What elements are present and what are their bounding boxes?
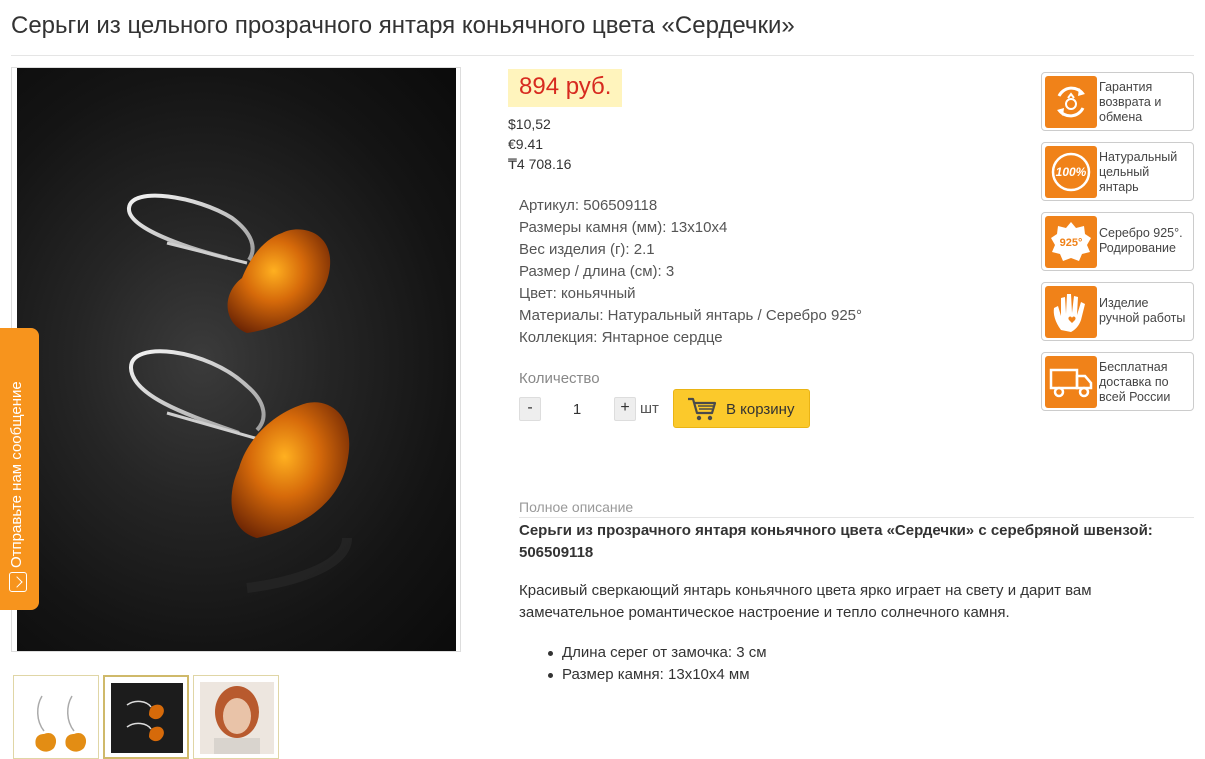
description-bullets: Длина серег от замочка: 3 см Размер камн… <box>548 642 767 686</box>
description-heading-line: Серьги из прозрачного янтаря коньячного … <box>519 522 1153 539</box>
property-value: 506509118 <box>583 197 658 214</box>
feature-text-line: Родирование <box>1099 241 1176 255</box>
feature-handmade[interactable]: Изделие ручной работы <box>1041 282 1194 341</box>
thumbnail-earrings-dark[interactable] <box>103 675 189 759</box>
description-text-line: замечательное романтическое настроение и… <box>519 604 1010 621</box>
feature-text-line: Натуральный <box>1099 150 1178 164</box>
feature-free-delivery[interactable]: Бесплатная доставка по всей России <box>1041 352 1194 411</box>
silver-925-badge-icon: 925° <box>1045 216 1097 268</box>
property-label: Размер / длина (см): <box>519 263 662 280</box>
property-label: Цвет: <box>519 285 557 302</box>
property-row: Материалы: Натуральный янтарь / Серебро … <box>519 305 862 327</box>
description-text-line: Красивый сверкающий янтарь коньячного цв… <box>519 582 1092 599</box>
list-item: Длина серег от замочка: 3 см <box>548 642 767 664</box>
quantity-increase-button[interactable]: + <box>614 397 636 421</box>
feature-natural-amber[interactable]: 100% Натуральный цельный янтарь <box>1041 142 1194 201</box>
quantity-unit: шт <box>640 400 659 417</box>
feature-text-line: доставка по <box>1099 375 1169 389</box>
property-row: Размер / длина (см): 3 <box>519 261 862 283</box>
feature-return-guarantee[interactable]: Гарантия возврата и обмена <box>1041 72 1194 131</box>
price: 894 руб. <box>508 69 623 107</box>
thumbnail-strip <box>13 675 279 759</box>
property-row: Коллекция: Янтарное сердце <box>519 327 862 349</box>
property-label: Коллекция: <box>519 329 598 346</box>
natural-100-badge-icon: 100% <box>1045 146 1097 198</box>
property-label: Материалы: <box>519 307 604 324</box>
feedback-side-tab[interactable]: Отправьте нам сообщение <box>0 328 39 610</box>
property-row: Вес изделия (г): 2.1 <box>519 239 862 261</box>
add-to-cart-button[interactable]: В корзину <box>673 389 810 428</box>
quantity-label: Количество <box>519 370 600 387</box>
badge-text: 925° <box>1060 237 1083 249</box>
cart-icon <box>688 397 717 421</box>
price-eur: €9.41 <box>508 136 544 152</box>
feature-text: Гарантия возврата и обмена <box>1099 80 1194 125</box>
title-divider <box>11 55 1194 56</box>
thumbnail-model-photo[interactable] <box>193 675 279 759</box>
quantity-input[interactable] <box>545 397 609 421</box>
badge-text: 100% <box>1056 165 1087 179</box>
product-properties: Артикул: 506509118 Размеры камня (мм): 1… <box>519 195 862 349</box>
price-kzt: ₸4 708.16 <box>508 156 572 172</box>
feature-text-line: Гарантия <box>1099 80 1153 94</box>
property-value: 2.1 <box>633 241 655 258</box>
feature-text: Бесплатная доставка по всей России <box>1099 360 1194 405</box>
page-title: Серьги из цельного прозрачного янтаря ко… <box>11 12 795 39</box>
property-row: Артикул: 506509118 <box>519 195 862 217</box>
feature-text: Натуральный цельный янтарь <box>1099 150 1194 195</box>
property-row: Размеры камня (мм): 13x10x4 <box>519 217 862 239</box>
feature-badges: Гарантия возврата и обмена 100% Натураль… <box>1041 72 1194 422</box>
description-heading: Серьги из прозрачного янтаря коньячного … <box>519 520 1189 564</box>
feature-text-line: всей России <box>1099 390 1171 404</box>
feature-text-line: янтарь <box>1099 180 1139 194</box>
feature-text-line: ручной работы <box>1099 311 1186 325</box>
feature-silver-925[interactable]: 925° Серебро 925°. Родирование <box>1041 212 1194 271</box>
alternative-prices: $10,52 €9.41 ₸4 708.16 <box>508 114 571 174</box>
property-label: Размеры камня (мм): <box>519 219 667 236</box>
description-heading-line: 506509118 <box>519 544 594 561</box>
feature-text-line: цельный <box>1099 165 1150 179</box>
feature-text-line: Бесплатная <box>1099 360 1168 374</box>
quantity-decrease-button[interactable]: - <box>519 397 541 421</box>
property-value: коньячный <box>560 285 636 302</box>
feature-text-line: Изделие <box>1099 296 1149 310</box>
feature-text-line: обмена <box>1099 110 1143 124</box>
property-value: 13x10x4 <box>670 219 728 236</box>
list-item: Размер камня: 13x10x4 мм <box>548 664 767 686</box>
property-value: Натуральный янтарь / Серебро 925° <box>607 307 863 324</box>
feature-text: Серебро 925°. Родирование <box>1099 226 1194 256</box>
return-exchange-icon <box>1045 76 1097 128</box>
product-photo <box>17 68 456 651</box>
add-to-cart-label: В корзину <box>726 401 795 418</box>
property-row: Цвет: коньячный <box>519 283 862 305</box>
property-label: Артикул: <box>519 197 580 214</box>
delivery-truck-icon <box>1045 356 1097 408</box>
feature-text-line: Серебро 925°. <box>1099 226 1183 240</box>
handmade-hand-icon <box>1045 286 1097 338</box>
price-usd: $10,52 <box>508 116 551 132</box>
description-divider <box>519 517 1194 518</box>
description-section-label: Полное описание <box>519 499 634 515</box>
thumbnail-earrings-white[interactable] <box>13 675 99 759</box>
feedback-tab-label: Отправьте нам сообщение <box>8 381 25 568</box>
description-text: Красивый сверкающий янтарь коньячного цв… <box>519 580 1189 624</box>
message-icon <box>9 572 27 592</box>
property-value: 3 <box>665 263 675 280</box>
property-label: Вес изделия (г): <box>519 241 630 258</box>
main-product-image[interactable] <box>11 67 461 652</box>
feature-text: Изделие ручной работы <box>1099 296 1194 326</box>
feature-text-line: возврата и <box>1099 95 1162 109</box>
property-value: Янтарное сердце <box>601 329 723 346</box>
